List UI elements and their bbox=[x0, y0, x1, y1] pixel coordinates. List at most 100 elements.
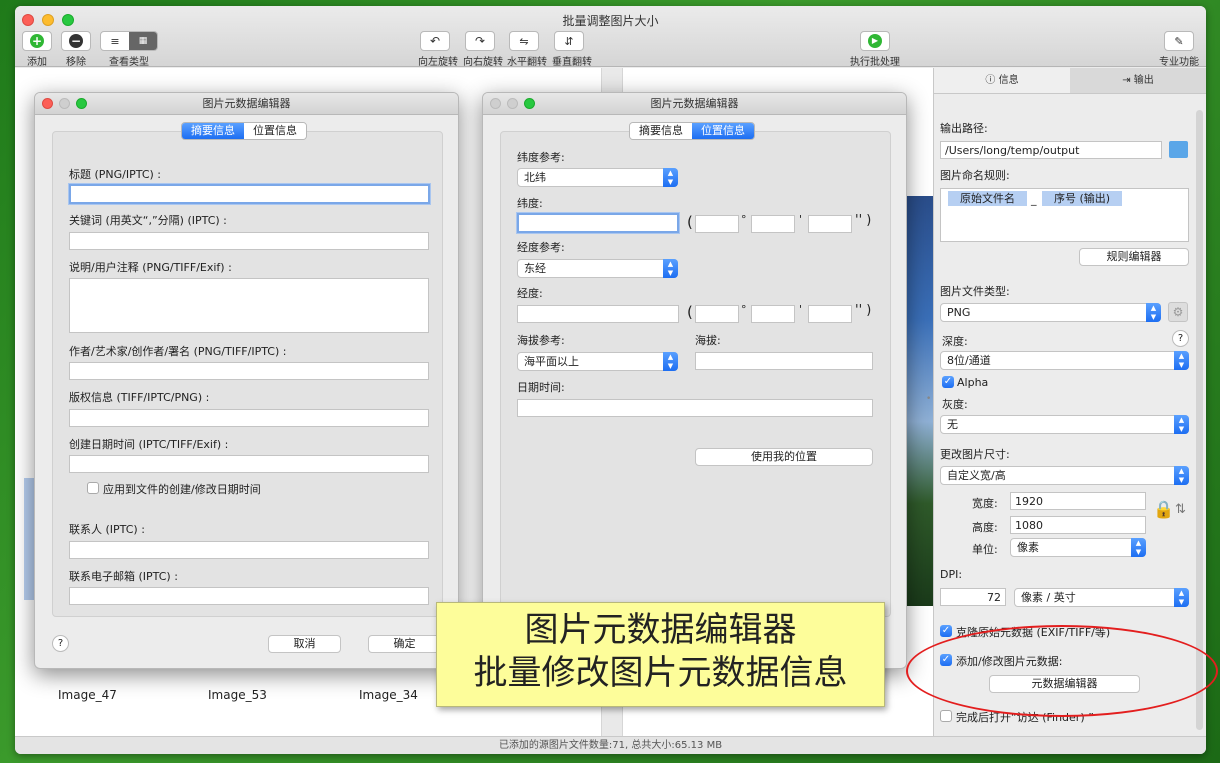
created-date-field[interactable] bbox=[69, 455, 429, 473]
metadata-editor-dialog-summary: 图片元数据编辑器 摘要信息 位置信息 标题 (PNG/IPTC) : 关键词 (… bbox=[34, 92, 459, 669]
resize-select[interactable]: 自定义宽/高 ▲ ▼ bbox=[940, 466, 1189, 485]
close-dialog-button[interactable] bbox=[490, 98, 501, 109]
tab-output[interactable]: ⇥ 输出 bbox=[1070, 68, 1206, 93]
sidebar-tabs: ⓘ 信息 ⇥ 输出 bbox=[934, 68, 1206, 94]
author-field[interactable] bbox=[69, 362, 429, 380]
flip-vertical-button[interactable]: ⇵ 垂直翻转 bbox=[552, 31, 592, 68]
copyright-field[interactable] bbox=[69, 409, 429, 427]
pro-features-button[interactable]: ✎ 专业功能 bbox=[1157, 31, 1201, 68]
ok-button[interactable]: 确定 bbox=[368, 635, 441, 653]
tab-location[interactable]: 位置信息 bbox=[244, 123, 306, 139]
minute-symbol: ' bbox=[799, 303, 803, 316]
longitude-seconds-field[interactable] bbox=[808, 305, 852, 323]
zoom-dialog-button[interactable] bbox=[76, 98, 87, 109]
folder-icon[interactable] bbox=[1169, 141, 1188, 158]
naming-token[interactable]: 原始文件名 bbox=[948, 191, 1027, 206]
longitude-ref-select[interactable]: 东经 ▲ ▼ bbox=[517, 259, 678, 278]
tab-summary[interactable]: 摘要信息 bbox=[182, 123, 244, 139]
sidebar-scrollbar[interactable] bbox=[1196, 110, 1203, 730]
add-button[interactable]: + 添加 bbox=[21, 31, 53, 68]
title-label: 标题 (PNG/IPTC) : bbox=[69, 168, 162, 181]
rotate-right-button[interactable]: ↷ 向右旋转 bbox=[463, 31, 503, 68]
file-type-select[interactable]: PNG ▲ ▼ bbox=[940, 303, 1161, 322]
unit-select[interactable]: 像素 ▲ ▼ bbox=[1010, 538, 1146, 557]
list-view-icon[interactable]: ≡ bbox=[101, 32, 129, 50]
longitude-degrees-field[interactable] bbox=[695, 305, 739, 323]
chevron-updown-icon: ▲ ▼ bbox=[1131, 538, 1146, 557]
chevron-updown-icon: ▲ ▼ bbox=[663, 259, 678, 278]
height-label: 高度: bbox=[972, 521, 998, 534]
thumbnail-label[interactable]: Image_53 bbox=[208, 688, 267, 702]
minute-symbol: ' bbox=[799, 213, 803, 226]
height-field[interactable]: 1080 bbox=[1010, 516, 1146, 534]
keywords-label: 关键词 (用英文“,”分隔) (IPTC) : bbox=[69, 214, 227, 227]
width-field[interactable]: 1920 bbox=[1010, 492, 1146, 510]
dialog-segment-control: 摘要信息 位置信息 bbox=[181, 122, 307, 140]
altitude-field[interactable] bbox=[695, 352, 873, 370]
naming-rule-label: 图片命名规则: bbox=[940, 169, 1010, 182]
splitter-handle[interactable]: • bbox=[926, 394, 931, 404]
paren-open: ( bbox=[687, 213, 693, 231]
pencil-icon: ✎ bbox=[1174, 34, 1184, 48]
apply-dates-checkbox[interactable] bbox=[87, 482, 99, 494]
thumbnail-label[interactable]: Image_34 bbox=[359, 688, 418, 702]
title-field[interactable] bbox=[69, 184, 430, 204]
lock-icon[interactable]: 🔒 bbox=[1153, 500, 1174, 520]
status-bar: 已添加的源图片文件数量:71, 总共大小:65.13 MB bbox=[15, 736, 1206, 754]
tab-location[interactable]: 位置信息 bbox=[692, 123, 754, 139]
grayscale-label: 灰度: bbox=[942, 398, 968, 411]
date-time-field[interactable] bbox=[517, 399, 873, 417]
thumbnail-label[interactable]: Image_47 bbox=[58, 688, 117, 702]
rotate-left-button[interactable]: ↶ 向左旋转 bbox=[418, 31, 458, 68]
open-finder-checkbox[interactable] bbox=[940, 710, 952, 722]
flip-vertical-icon: ⇵ bbox=[564, 34, 574, 48]
alpha-checkbox[interactable]: ✓ bbox=[942, 376, 954, 388]
help-button[interactable]: ? bbox=[1172, 330, 1189, 347]
longitude-minutes-field[interactable] bbox=[751, 305, 795, 323]
dialog-title: 图片元数据编辑器 bbox=[650, 97, 739, 110]
longitude-field[interactable] bbox=[517, 305, 679, 323]
latitude-degrees-field[interactable] bbox=[695, 215, 739, 233]
unit-label: 单位: bbox=[972, 543, 998, 556]
copyright-label: 版权信息 (TIFF/IPTC/PNG) : bbox=[69, 391, 210, 404]
alpha-label: Alpha bbox=[957, 376, 989, 389]
tab-summary[interactable]: 摘要信息 bbox=[630, 123, 692, 139]
naming-token[interactable]: 序号 (输出) bbox=[1042, 191, 1123, 206]
contact-field[interactable] bbox=[69, 541, 429, 559]
export-icon: ⇥ bbox=[1122, 75, 1131, 86]
latitude-field[interactable] bbox=[517, 213, 679, 233]
dpi-field[interactable]: 72 bbox=[940, 588, 1006, 606]
grayscale-select[interactable]: 无 ▲ ▼ bbox=[940, 415, 1189, 434]
close-dialog-button[interactable] bbox=[42, 98, 53, 109]
gear-icon[interactable]: ⚙ bbox=[1168, 302, 1188, 322]
tab-info[interactable]: ⓘ 信息 bbox=[934, 68, 1070, 93]
depth-select[interactable]: 8位/通道 ▲ ▼ bbox=[940, 351, 1189, 370]
latitude-ref-select[interactable]: 北纬 ▲ ▼ bbox=[517, 168, 678, 187]
help-button[interactable]: ? bbox=[52, 635, 69, 652]
view-type-control[interactable]: ≡ ▦ 查看类型 bbox=[99, 31, 159, 68]
remove-button[interactable]: − 移除 bbox=[60, 31, 92, 68]
email-field[interactable] bbox=[69, 587, 429, 605]
flip-horizontal-button[interactable]: ⇋ 水平翻转 bbox=[507, 31, 547, 68]
altitude-ref-select[interactable]: 海平面以上 ▲ ▼ bbox=[517, 352, 678, 371]
swap-icon[interactable]: ⇅ bbox=[1175, 502, 1186, 517]
chevron-updown-icon: ▲ ▼ bbox=[663, 352, 678, 371]
use-my-location-button[interactable]: 使用我的位置 bbox=[695, 448, 873, 466]
info-icon: ⓘ bbox=[985, 75, 996, 86]
latitude-seconds-field[interactable] bbox=[808, 215, 852, 233]
clone-metadata-checkbox[interactable]: ✓ bbox=[940, 625, 952, 637]
rule-editor-button[interactable]: 规则编辑器 bbox=[1079, 248, 1189, 266]
keywords-field[interactable] bbox=[69, 232, 429, 250]
grid-view-icon[interactable]: ▦ bbox=[129, 32, 157, 50]
second-symbol: '' ) bbox=[855, 213, 872, 228]
dpi-unit-select[interactable]: 像素 / 英寸 ▲ ▼ bbox=[1014, 588, 1189, 607]
zoom-dialog-button[interactable] bbox=[524, 98, 535, 109]
output-path-field[interactable]: /Users/long/temp/output bbox=[940, 141, 1162, 159]
promo-banner: 图片元数据编辑器 批量修改图片元数据信息 bbox=[436, 602, 885, 707]
degree-symbol: ° bbox=[741, 213, 747, 226]
description-field[interactable] bbox=[69, 278, 429, 333]
run-batch-button[interactable]: ▶ 执行批处理 bbox=[850, 31, 900, 68]
cancel-button[interactable]: 取消 bbox=[268, 635, 341, 653]
latitude-minutes-field[interactable] bbox=[751, 215, 795, 233]
dpi-label: DPI: bbox=[940, 568, 963, 581]
